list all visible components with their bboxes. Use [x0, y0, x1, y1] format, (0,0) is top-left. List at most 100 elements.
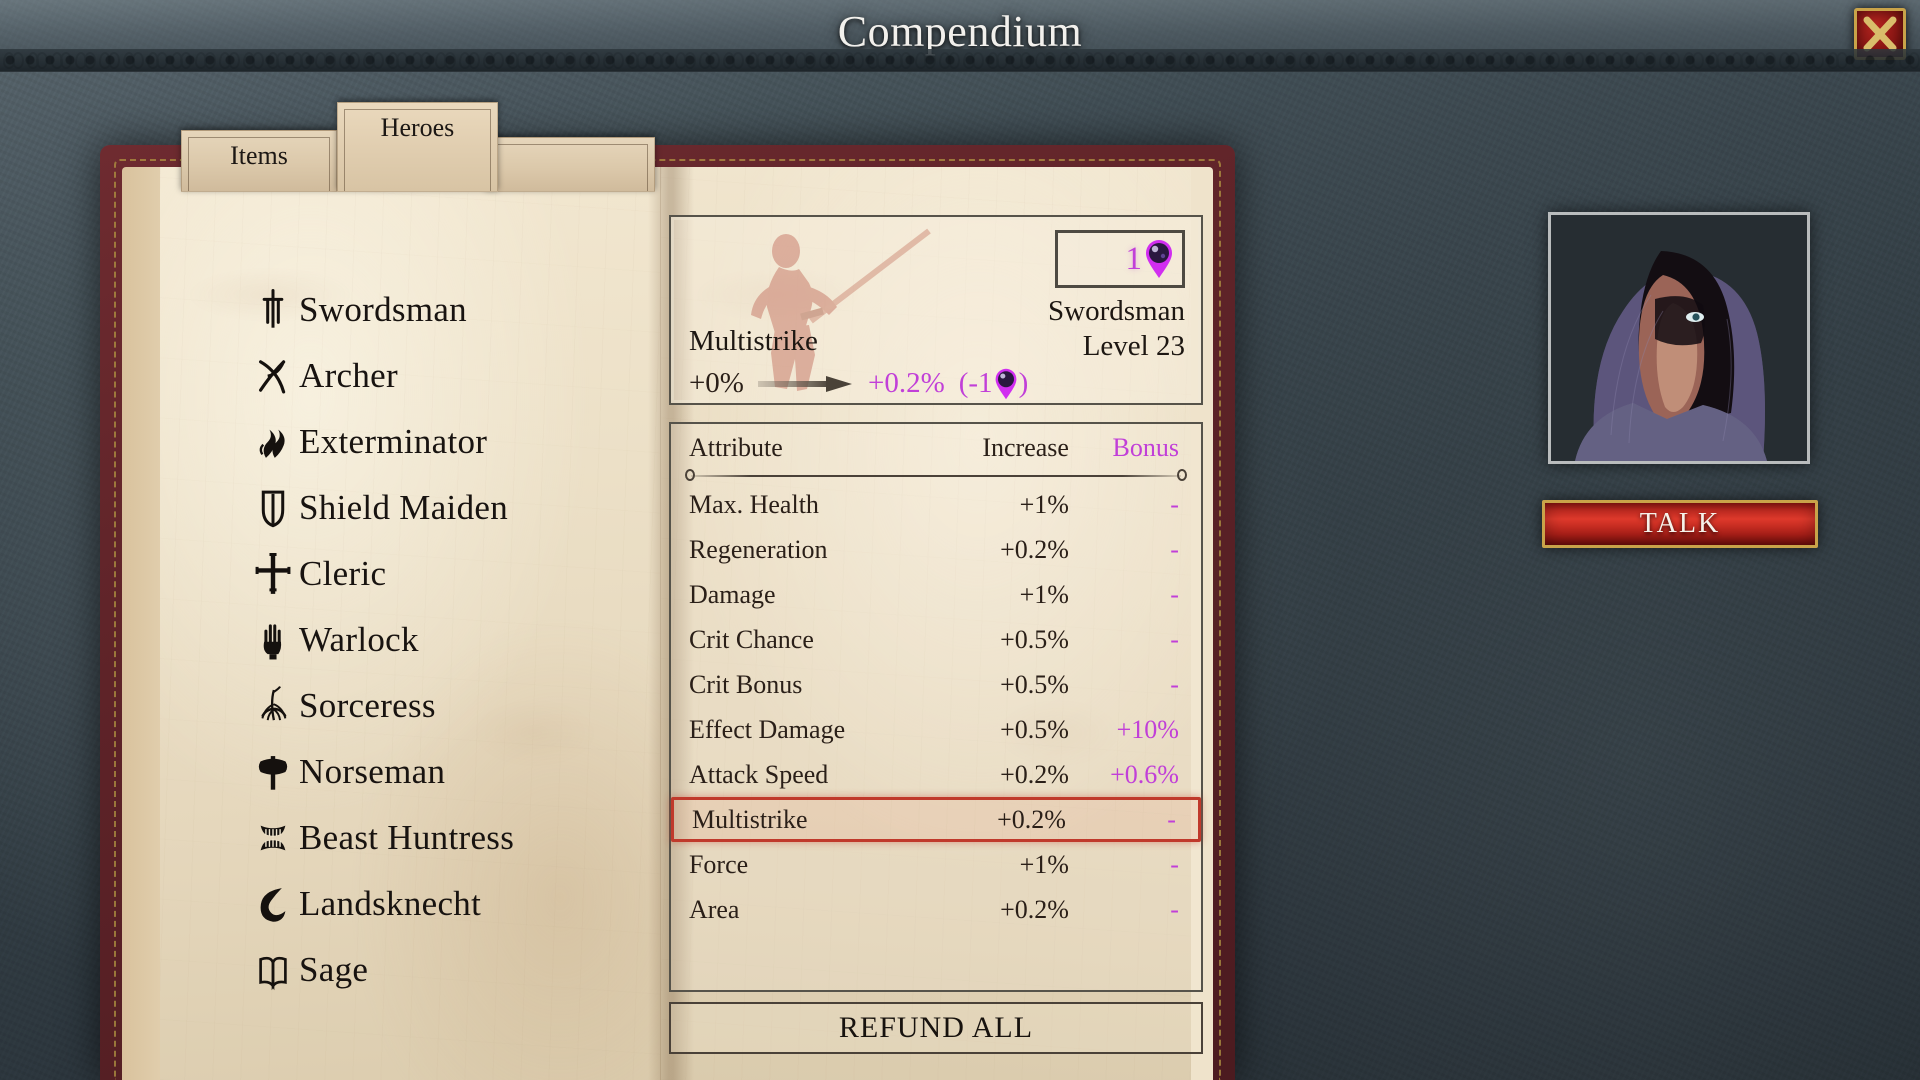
gem-counter-box: 1	[1054, 230, 1185, 288]
hero-list-item-shield-maiden[interactable]: Shield Maiden	[247, 475, 717, 541]
hero-list-item-label: Warlock	[299, 620, 419, 659]
attribute-row[interactable]: Crit Chance +0.5% -	[671, 617, 1201, 662]
attribute-row-name: Attack Speed	[688, 759, 829, 789]
attribute-row[interactable]: Max. Health +1% -	[671, 482, 1201, 527]
talk-button[interactable]: TALK	[1542, 500, 1818, 548]
attribute-row[interactable]: Area +0.2% -	[671, 887, 1201, 932]
attribute-row-increase: +0.5%	[1000, 714, 1069, 744]
ornament-cell	[240, 51, 264, 69]
ornament-cell	[1728, 51, 1752, 69]
attribute-row[interactable]: Regeneration +0.2% -	[671, 527, 1201, 572]
attribute-row-list: Max. Health +1% - Regeneration +0.2% - Damage +…	[670, 482, 1201, 932]
attribute-row-bonus: -	[1170, 489, 1179, 519]
hero-list-item-beast-huntress[interactable]: Beast Huntress	[247, 805, 717, 871]
ornament-cell	[1320, 51, 1344, 69]
attribute-row[interactable]: Force +1% -	[671, 842, 1201, 887]
hero-list-item-label: Beast Huntress	[299, 818, 515, 857]
ornament-cell	[1272, 51, 1296, 69]
header-divider	[684, 469, 1187, 482]
npc-portrait	[1548, 212, 1810, 464]
close-button[interactable]	[1854, 8, 1906, 60]
ornament-cell	[720, 51, 744, 69]
curved-blade-icon	[247, 881, 299, 927]
ornament-cell	[1632, 51, 1656, 69]
divider-cap-right	[1176, 469, 1187, 481]
hero-list-item-label: Shield Maiden	[299, 488, 509, 527]
hero-list-item-landsknecht[interactable]: Landsknecht	[247, 871, 717, 937]
attribute-row[interactable]: Effect Damage +0.5% +10%	[671, 707, 1201, 752]
gem-count: 1	[1125, 240, 1142, 277]
attribute-row[interactable]: Attack Speed +0.2% +0.6%	[671, 752, 1201, 797]
right-arrow-icon	[757, 375, 852, 392]
hero-list-item-label: Sorceress	[299, 686, 436, 725]
attribute-row-name: Crit Bonus	[688, 669, 803, 699]
ornament-cell	[1416, 51, 1440, 69]
hero-list-item-label: Landsknecht	[299, 884, 482, 923]
ornament-cell	[672, 51, 696, 69]
hero-list-item-label: Swordsman	[299, 290, 467, 329]
flames-icon	[247, 419, 299, 465]
ornament-cell	[1560, 51, 1584, 69]
header-ornament	[0, 49, 1920, 69]
attribute-row-increase: +0.2%	[1000, 759, 1069, 789]
close-x-icon	[1863, 16, 1897, 52]
attribute-row[interactable]: Multistrike +0.2% -	[670, 797, 1201, 842]
attribute-row-bonus: -	[1170, 849, 1179, 879]
ornament-cell	[1128, 51, 1152, 69]
ornament-cell	[1056, 51, 1080, 69]
window-header: Compendium	[0, 0, 1920, 72]
tab-heroes[interactable]: Heroes	[337, 102, 498, 192]
hero-list-item-label: Sage	[299, 950, 369, 989]
ornament-cell	[1008, 51, 1032, 69]
sword-hilt-icon	[247, 287, 299, 333]
ornament-cell	[1152, 51, 1176, 69]
hero-list-item-exterminator[interactable]: Exterminator	[247, 409, 717, 475]
attribute-next-value: +0.2%	[867, 367, 945, 399]
hero-list-item-norseman[interactable]: Norseman	[247, 739, 717, 805]
ornament-cell	[576, 51, 600, 69]
attribute-row[interactable]: Damage +1% -	[671, 572, 1201, 617]
header-bonus: Bonus	[1112, 433, 1179, 462]
attribute-row-name: Regeneration	[688, 534, 828, 564]
hero-list-item-sorceress[interactable]: Sorceress	[247, 673, 717, 739]
attribute-cost: (-1 )	[959, 367, 1029, 400]
ornament-cell	[480, 51, 504, 69]
hero-list-item-sage[interactable]: Sage	[247, 937, 717, 1003]
attribute-row[interactable]: Crit Bonus +0.5% -	[671, 662, 1201, 707]
purple-gem-icon	[1145, 240, 1172, 278]
ornament-cell	[912, 51, 936, 69]
ornament-cell	[504, 51, 528, 69]
hero-list-item-swordsman[interactable]: Swordsman	[247, 277, 717, 343]
attribute-row-name: Area	[688, 894, 740, 924]
ornament-cell	[528, 51, 552, 69]
hero-list-item-warlock[interactable]: Warlock	[247, 607, 717, 673]
refund-all-button[interactable]: REFUND ALL	[668, 1002, 1203, 1054]
ornament-cell	[24, 51, 48, 69]
attribute-current-value: +0%	[688, 367, 744, 399]
attribute-row-bonus: +0.6%	[1110, 759, 1179, 789]
ornament-cell	[120, 51, 144, 69]
divider-cap-left	[684, 469, 695, 481]
ornament-cell	[600, 51, 624, 69]
ornament-cell	[1848, 51, 1872, 69]
hero-list: Swordsman Archer Exterminator Shield Maiden…	[247, 277, 717, 1003]
cross-icon	[247, 551, 299, 597]
tab-third[interactable]	[485, 137, 655, 192]
ornament-cell	[552, 51, 576, 69]
ornament-cell	[336, 51, 360, 69]
ornament-cell	[1800, 51, 1824, 69]
ornament-cell	[1296, 51, 1320, 69]
ornament-cell	[1248, 51, 1272, 69]
attribute-row-bonus: +10%	[1116, 714, 1179, 744]
tab-items[interactable]: Items	[181, 130, 337, 192]
talk-button-label: TALK	[1639, 508, 1721, 539]
ornament-cell	[288, 51, 312, 69]
hero-list-item-cleric[interactable]: Cleric	[247, 541, 717, 607]
ornament-cell	[216, 51, 240, 69]
hero-list-item-archer[interactable]: Archer	[247, 343, 717, 409]
attribute-row-increase: +0.2%	[997, 804, 1066, 834]
ornament-cell	[1440, 51, 1464, 69]
ornament-cell	[1536, 51, 1560, 69]
ornament-cell	[168, 51, 192, 69]
ornament-cell	[1776, 51, 1800, 69]
